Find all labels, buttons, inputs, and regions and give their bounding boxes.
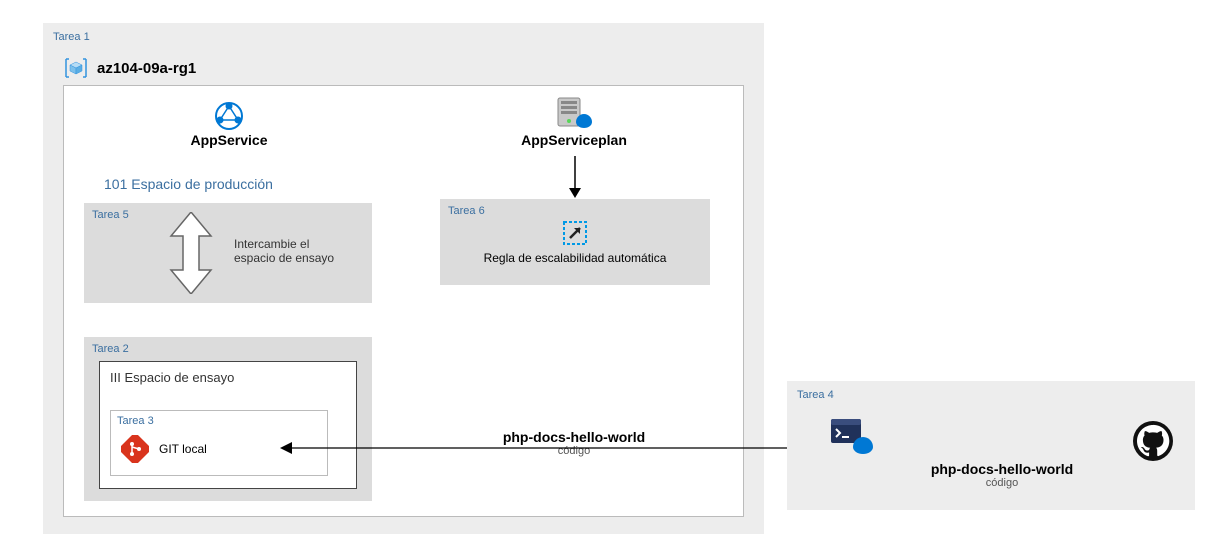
resource-group-name: az104-09a-rg1 xyxy=(97,60,196,77)
tarea4-box: Tarea 4 php-docs-hello-world código xyxy=(787,381,1195,510)
tarea5-label: Tarea 5 xyxy=(92,209,129,221)
swap-text: Intercambie el espacio de ensayo xyxy=(234,237,334,265)
cloudshell-block xyxy=(829,417,873,457)
cloudshell-icon xyxy=(829,417,873,457)
tarea6-label: Tarea 6 xyxy=(448,205,485,217)
arrow-cloudshell-to-git xyxy=(280,439,825,457)
tarea2-box: Tarea 2 III Espacio de ensayo Tarea 3 xyxy=(84,337,372,501)
code2-sub: código xyxy=(902,477,1102,489)
appserviceplan-block: AppServiceplan xyxy=(464,96,684,148)
code-label-2: php-docs-hello-world código xyxy=(902,461,1102,489)
git-local-label: GIT local xyxy=(159,442,207,456)
tarea3-label: Tarea 3 xyxy=(117,415,154,427)
appservice-icon xyxy=(213,100,245,132)
appserviceplan-label: AppServiceplan xyxy=(464,132,684,148)
git-local-block: GIT local xyxy=(121,435,207,463)
arrow-down xyxy=(565,156,585,198)
git-icon xyxy=(121,435,149,463)
swap-arrow-icon xyxy=(166,212,216,294)
autoscale-block: Regla de escalabilidad automática xyxy=(440,219,710,265)
staging-box: III Espacio de ensayo Tarea 3 GIT local xyxy=(99,361,357,489)
tarea4-label: Tarea 4 xyxy=(797,389,834,401)
autoscale-label: Regla de escalabilidad automática xyxy=(440,251,710,265)
swap-text-line2: espacio de ensayo xyxy=(234,251,334,265)
tarea2-label: Tarea 2 xyxy=(92,343,129,355)
appservice-block: AppService xyxy=(119,100,339,148)
resource-group-icon xyxy=(63,55,89,81)
tarea6-box: Tarea 6 Regla de escalabilidad automátic… xyxy=(440,199,710,285)
appserviceplan-icon xyxy=(554,96,594,132)
appservice-label: AppService xyxy=(119,132,339,148)
tarea1-container: Tarea 1 az104-09a-rg1 AppService 101 Esp… xyxy=(43,23,764,534)
swap-text-line1: Intercambie el xyxy=(234,237,334,251)
github-block xyxy=(1131,419,1175,463)
production-slot-label: 101 Espacio de producción xyxy=(104,176,273,192)
staging-slot-label: III Espacio de ensayo xyxy=(110,370,234,385)
github-icon xyxy=(1131,419,1175,463)
tarea5-box: Tarea 5 Intercambie el espacio de ensayo xyxy=(84,203,372,303)
autoscale-icon xyxy=(561,219,589,247)
code2-name: php-docs-hello-world xyxy=(902,461,1102,477)
tarea1-label: Tarea 1 xyxy=(53,31,90,43)
resource-group-header: az104-09a-rg1 xyxy=(63,55,196,81)
